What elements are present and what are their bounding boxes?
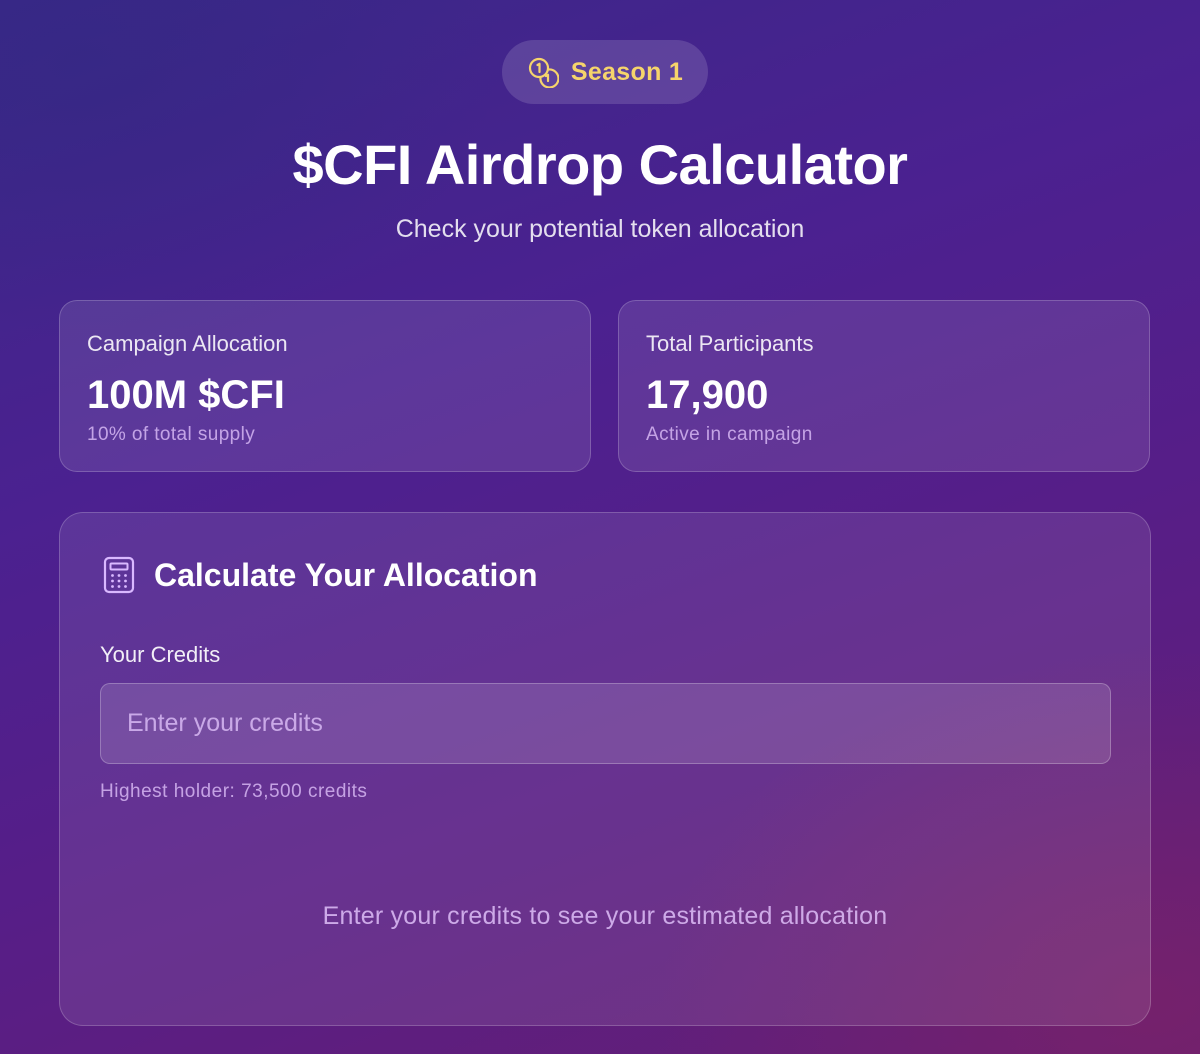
coins-icon xyxy=(528,57,559,88)
season-badge: Season 1 xyxy=(502,40,708,104)
credits-label: Your Credits xyxy=(100,642,221,667)
stat-value: 100M $CFI xyxy=(87,373,285,417)
allocation-result-placeholder: Enter your credits to see your estimated… xyxy=(322,902,888,930)
season-label: Season 1 xyxy=(570,57,684,86)
calculator-title: Calculate Your Allocation xyxy=(154,557,538,593)
highest-holder-hint: Highest holder: 73,500 credits xyxy=(100,781,368,802)
stat-caption: 10% of total supply xyxy=(87,424,256,445)
calculator-panel: Calculate Your Allocation Your Credits H… xyxy=(59,512,1151,1026)
campaign-allocation-card: Campaign Allocation 100M $CFI 10% of tot… xyxy=(59,300,591,472)
page-subtitle: Check your potential token allocation xyxy=(395,215,805,243)
calculator-header: Calculate Your Allocation xyxy=(102,555,537,595)
calculator-icon xyxy=(103,556,135,594)
stat-value: 17,900 xyxy=(646,373,769,417)
total-participants-card: Total Participants 17,900 Active in camp… xyxy=(618,300,1150,472)
stat-label: Total Participants xyxy=(646,331,814,356)
stat-label: Campaign Allocation xyxy=(87,331,288,356)
credits-input[interactable] xyxy=(100,683,1111,764)
stat-caption: Active in campaign xyxy=(646,424,813,445)
page-title: $CFI Airdrop Calculator xyxy=(292,133,908,196)
